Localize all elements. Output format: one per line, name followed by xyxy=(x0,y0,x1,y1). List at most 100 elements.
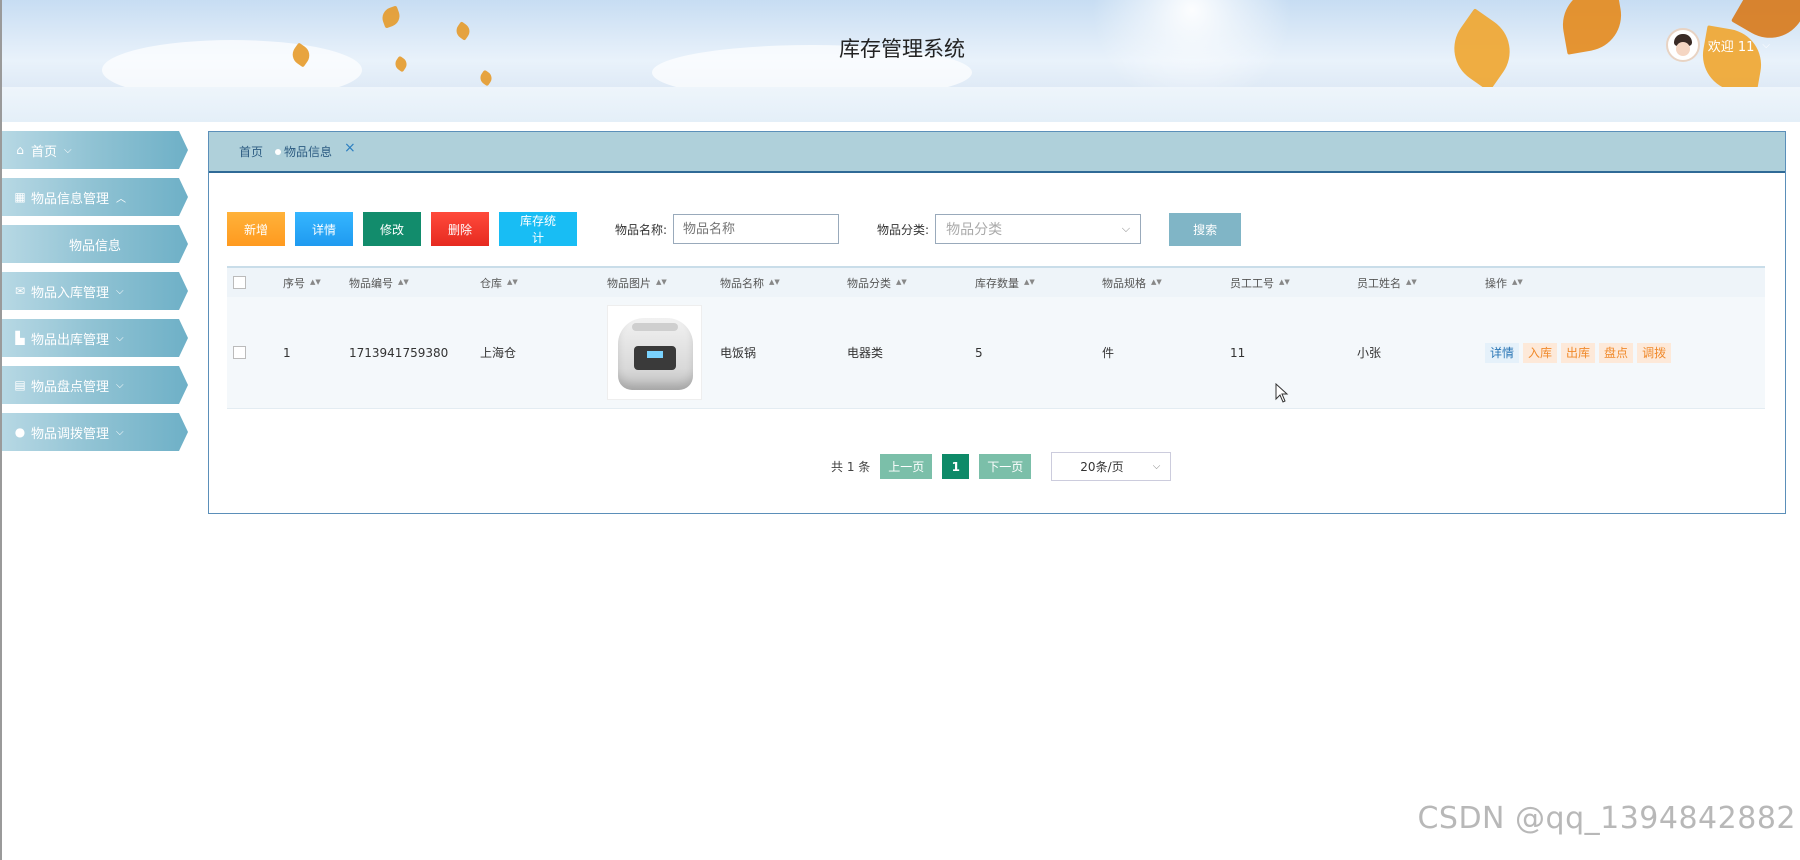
rice-cooker-image[interactable] xyxy=(607,305,702,400)
sort-icon: ▲▼ xyxy=(1024,278,1035,286)
search-button[interactable]: 搜索 xyxy=(1169,212,1242,246)
cell-code: 1713941759380 xyxy=(349,345,449,360)
item-category-select[interactable]: 物品分类 ⌵ xyxy=(935,214,1142,244)
column-header[interactable]: 仓库 ▲▼ xyxy=(480,275,607,291)
chevron-down-icon: ⌵ xyxy=(116,332,124,344)
add-button[interactable]: 新增 xyxy=(227,212,285,246)
pagination: 共 1 条 上一页 1 下一页 20条/页 ⌵ xyxy=(831,452,1172,481)
box-out-icon: ▙ xyxy=(15,331,25,345)
row-detail-button[interactable]: 详情 xyxy=(1485,342,1520,363)
tab-label[interactable]: 物品信息 xyxy=(284,143,332,160)
total-count: 共 1 条 xyxy=(831,460,871,474)
sort-icon: ▲▼ xyxy=(1279,278,1290,286)
chevron-down-icon: ⌵ xyxy=(116,379,124,391)
column-header[interactable]: 物品分类 ▲▼ xyxy=(847,275,975,291)
chevron-down-icon: ⌵ xyxy=(1121,222,1131,235)
stock-stats-button[interactable]: 库存统计 xyxy=(499,212,577,246)
cell-employee-name: 小张 xyxy=(1357,346,1382,360)
next-page-button[interactable]: 下一页 xyxy=(979,454,1032,479)
row-outbound-button[interactable]: 出库 xyxy=(1561,342,1596,363)
sidebar-item-label: 物品调拨管理 xyxy=(31,426,110,442)
sidebar-item-inbound-management[interactable]: ✉ 物品入库管理 ⌵ xyxy=(2,272,188,310)
row-stocktake-button[interactable]: 盘点 xyxy=(1599,342,1634,363)
main-panel: 首页 物品信息 × 新增 详情 修改 删除 库存统计 物品名称: 物品分类: 物… xyxy=(208,131,1786,514)
chevron-down-icon: ⌵ xyxy=(64,144,72,156)
page-size-value: 20条/页 xyxy=(1080,460,1124,474)
row-checkbox[interactable] xyxy=(233,346,246,359)
cell-warehouse: 上海仓 xyxy=(480,346,517,360)
cell-image xyxy=(607,305,720,400)
app-title: 库存管理系统 xyxy=(839,37,965,61)
user-greeting[interactable]: 欢迎 11 xyxy=(1708,36,1755,55)
avatar[interactable] xyxy=(1665,28,1700,62)
watermark: CSDN @qq_1394842882 xyxy=(1417,801,1796,836)
items-table: 序号 ▲▼ 物品编号 ▲▼ 仓库 ▲▼ 物品图片 ▲▼ 物品名称 ▲▼ 物品分类 ▲▼ 库存… xyxy=(227,266,1765,409)
table-header: 序号 ▲▼ 物品编号 ▲▼ 仓库 ▲▼ 物品图片 ▲▼ 物品名称 ▲▼ 物品分类 ▲▼ 库存… xyxy=(227,266,1765,297)
sidebar-item-label: 物品信息 xyxy=(68,238,121,254)
row-transfer-button[interactable]: 调拨 xyxy=(1637,342,1672,363)
sidebar-item-stocktake-management[interactable]: ▤ 物品盘点管理 ⌵ xyxy=(2,366,188,404)
page-number-button[interactable]: 1 xyxy=(942,454,970,479)
close-icon[interactable]: × xyxy=(344,140,356,156)
chevron-down-icon: ⌵ xyxy=(1152,461,1161,472)
chevron-up-icon: ︿ xyxy=(116,193,127,205)
sidebar-item-outbound-management[interactable]: ▙ 物品出库管理 ⌵ xyxy=(2,319,188,357)
sort-icon: ▲▼ xyxy=(1406,278,1417,286)
sort-icon: ▲▼ xyxy=(769,278,780,286)
leaf-decoration xyxy=(379,5,403,29)
item-name-input[interactable] xyxy=(673,214,840,244)
sidebar-item-item-info[interactable]: 物品信息 xyxy=(2,225,188,263)
tab-home[interactable]: 首页 xyxy=(239,143,263,160)
column-header[interactable]: 员工工号 ▲▼ xyxy=(1230,275,1357,291)
circle-icon: ● xyxy=(14,425,26,439)
column-header[interactable]: 操作 ▲▼ xyxy=(1485,275,1685,291)
column-header[interactable]: 物品编号 ▲▼ xyxy=(349,275,480,291)
item-name-label: 物品名称: xyxy=(615,222,668,237)
chevron-down-icon[interactable]: ⌵ xyxy=(1762,40,1770,51)
column-header[interactable]: 序号 ▲▼ xyxy=(283,275,349,291)
sidebar-item-transfer-management[interactable]: ● 物品调拨管理 ⌵ xyxy=(2,413,188,451)
column-header[interactable]: 物品图片 ▲▼ xyxy=(607,275,720,291)
active-dot-icon xyxy=(275,148,282,155)
column-header[interactable]: 员工姓名 ▲▼ xyxy=(1357,275,1485,291)
prev-page-button[interactable]: 上一页 xyxy=(880,454,933,479)
cell-index: 1 xyxy=(283,345,291,360)
sidebar-item-label: 首页 xyxy=(31,144,58,160)
cell-employee-no: 11 xyxy=(1230,345,1246,360)
chevron-down-icon: ⌵ xyxy=(116,285,124,297)
sort-icon: ▲▼ xyxy=(398,278,409,286)
edit-button[interactable]: 修改 xyxy=(363,212,421,246)
sort-icon: ▲▼ xyxy=(1151,278,1162,286)
column-header[interactable]: 物品名称 ▲▼ xyxy=(720,275,847,291)
sort-icon: ▲▼ xyxy=(1512,278,1523,286)
row-actions: 详情 入库 出库 盘点 调拨 xyxy=(1485,342,1685,363)
header-banner: 库存管理系统 欢迎 11 ⌵ xyxy=(2,0,1800,87)
detail-button[interactable]: 详情 xyxy=(295,212,353,246)
mail-icon: ✉ xyxy=(14,284,26,298)
sidebar: ⌂ 首页 ⌵ ▦ 物品信息管理 ︿ 物品信息 ✉ 物品入库管理 ⌵ ▙ 物品出库… xyxy=(2,131,192,460)
cell-unit: 件 xyxy=(1102,346,1115,360)
select-all-checkbox[interactable] xyxy=(233,276,246,289)
sidebar-item-item-info-management[interactable]: ▦ 物品信息管理 ︿ xyxy=(2,178,188,216)
sidebar-item-label: 物品盘点管理 xyxy=(31,379,110,395)
select-placeholder: 物品分类 xyxy=(946,222,1003,238)
delete-button[interactable]: 删除 xyxy=(431,212,489,246)
row-select-cell xyxy=(227,346,283,359)
column-header[interactable]: 物品规格 ▲▼ xyxy=(1102,275,1230,291)
sort-icon: ▲▼ xyxy=(310,278,321,286)
sidebar-item-label: 物品信息管理 xyxy=(31,191,110,207)
toolbar: 新增 详情 修改 删除 库存统计 物品名称: 物品分类: 物品分类 ⌵ 搜索 xyxy=(227,212,1251,246)
grid-icon: ▦ xyxy=(14,190,26,204)
app-window: 库存管理系统 欢迎 11 ⌵ ⌂ 首页 ⌵ ▦ 物品信息管理 ︿ 物品信息 ✉ … xyxy=(0,0,1800,860)
user-menu[interactable]: 欢迎 11 ⌵ xyxy=(1665,28,1770,62)
sidebar-item-label: 物品出库管理 xyxy=(31,332,110,348)
cell-name: 电饭锅 xyxy=(720,346,757,360)
sidebar-item-home[interactable]: ⌂ 首页 ⌵ xyxy=(2,131,188,169)
page-size-select[interactable]: 20条/页 ⌵ xyxy=(1051,452,1172,481)
sort-icon: ▲▼ xyxy=(656,278,667,286)
table-row[interactable]: 1 1713941759380 上海仓 电饭锅 电器类 5 件 11 小张 详情… xyxy=(227,297,1765,409)
tab-item-info[interactable]: 物品信息 × xyxy=(275,140,356,160)
column-header[interactable]: 库存数量 ▲▼ xyxy=(975,275,1102,291)
cell-quantity: 5 xyxy=(975,345,983,360)
row-inbound-button[interactable]: 入库 xyxy=(1523,342,1558,363)
